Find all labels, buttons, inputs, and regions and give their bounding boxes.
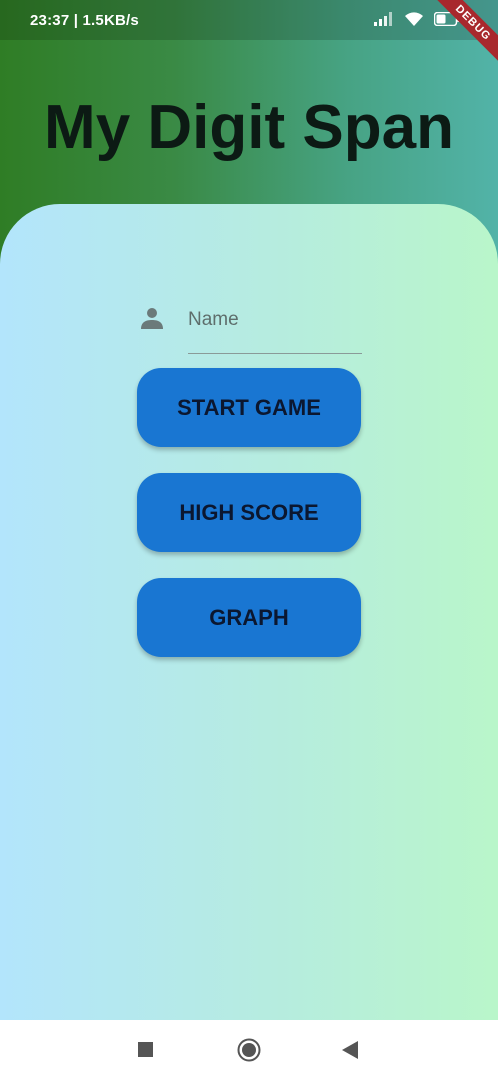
start-game-button[interactable]: START GAME — [137, 368, 361, 447]
app-title: My Digit Span — [44, 93, 454, 162]
status-time-speed: 23:37 | 1.5KB/s — [30, 12, 139, 29]
person-icon — [141, 308, 163, 329]
app-screen: 23:37 | 1.5KB/s DEBUG My Digit Span Name… — [0, 0, 498, 1080]
navigation-bar — [0, 1020, 498, 1080]
home-circle-icon[interactable] — [237, 1038, 261, 1062]
recents-square-icon[interactable] — [138, 1042, 153, 1057]
name-field-row — [140, 302, 362, 356]
name-input[interactable] — [188, 302, 362, 354]
high-score-button[interactable]: HIGH SCORE — [137, 473, 361, 552]
back-triangle-icon[interactable] — [342, 1041, 358, 1059]
signal-icon — [374, 12, 392, 26]
status-icons — [374, 11, 460, 27]
wifi-icon — [405, 12, 423, 26]
status-bar: 23:37 | 1.5KB/s DEBUG — [0, 0, 498, 69]
graph-button[interactable]: GRAPH — [137, 578, 361, 657]
